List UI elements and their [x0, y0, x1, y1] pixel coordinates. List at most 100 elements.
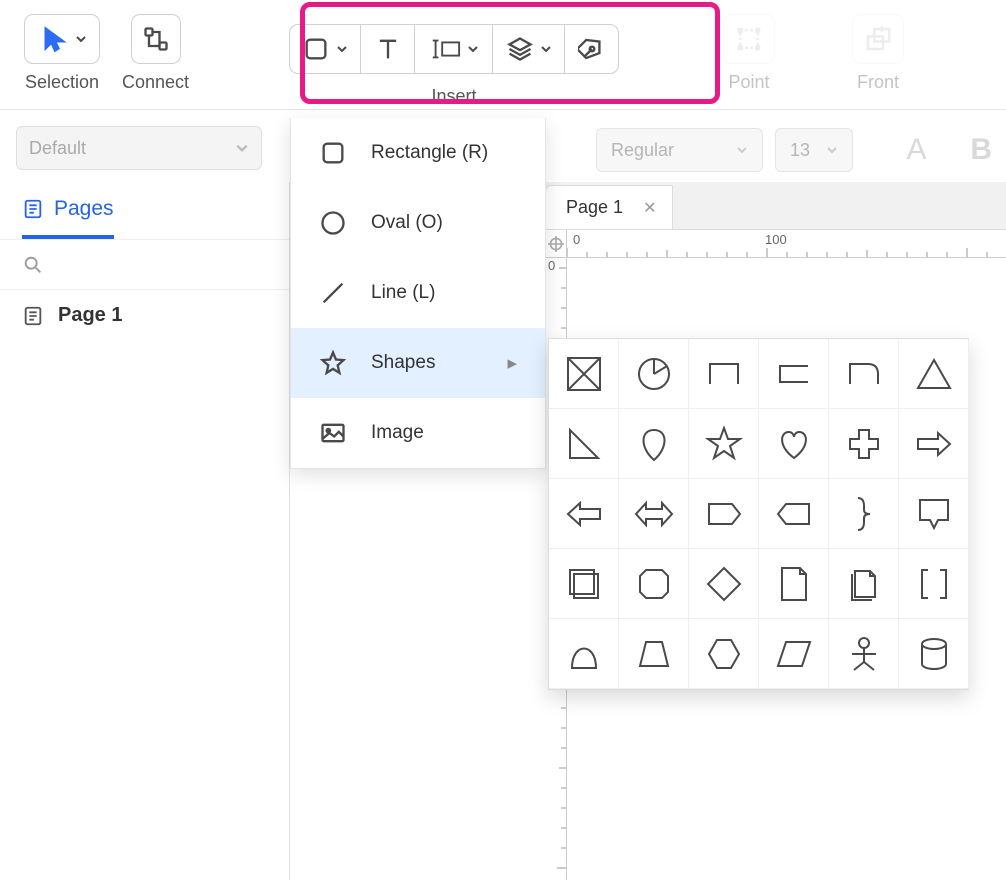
oval-icon	[319, 209, 347, 237]
pages-icon	[22, 198, 44, 220]
shape-hexagon[interactable]	[689, 619, 759, 689]
insert-text-button[interactable]	[361, 24, 415, 74]
shape-callout[interactable]	[899, 479, 969, 549]
shape-heart[interactable]	[759, 409, 829, 479]
line-icon	[319, 279, 347, 307]
selection-label: Selection	[25, 72, 99, 93]
insert-pen-button[interactable]	[565, 24, 619, 74]
tab-pages[interactable]: Pages	[22, 182, 114, 239]
connect-label: Connect	[122, 72, 189, 93]
font-weight-label: Regular	[611, 140, 674, 161]
shape-tag-left[interactable]	[759, 479, 829, 549]
insert-menu: Rectangle (R) Oval (O) Line (L) Shapes ▸…	[290, 118, 546, 469]
chevron-right-icon: ▸	[507, 352, 517, 375]
connect-group: Connect	[122, 14, 189, 93]
shape-half-rect[interactable]	[689, 339, 759, 409]
menu-item-rectangle[interactable]: Rectangle (R)	[291, 118, 545, 188]
shape-arrow-both[interactable]	[619, 479, 689, 549]
input-field-icon	[429, 38, 461, 60]
shape-cylinder[interactable]	[899, 619, 969, 689]
shape-person[interactable]	[829, 619, 899, 689]
list-item[interactable]: Page 1	[0, 290, 289, 341]
menu-label: Oval (O)	[371, 212, 443, 234]
shape-rounded-corner[interactable]	[829, 339, 899, 409]
rectangle-icon	[319, 139, 347, 167]
menu-label: Line (L)	[371, 282, 435, 304]
bring-front-icon	[863, 24, 893, 54]
text-icon	[374, 35, 402, 63]
image-icon	[319, 419, 347, 447]
shapes-popover	[548, 338, 969, 690]
menu-item-line[interactable]: Line (L)	[291, 258, 545, 328]
shape-open-rect[interactable]	[759, 339, 829, 409]
shape-brace[interactable]	[829, 479, 899, 549]
shape-arrow-left[interactable]	[549, 479, 619, 549]
shape-pie[interactable]	[619, 339, 689, 409]
search-icon	[22, 254, 44, 276]
shape-diamond[interactable]	[689, 549, 759, 619]
menu-label: Shapes	[371, 352, 435, 374]
front-label: Front	[857, 72, 899, 93]
menu-item-oval[interactable]: Oval (O)	[291, 188, 545, 258]
shape-stack[interactable]	[549, 549, 619, 619]
shape-trapezoid[interactable]	[619, 619, 689, 689]
front-group: Front	[852, 14, 904, 93]
font-size-dropdown[interactable]: 13	[775, 128, 853, 172]
page-icon	[22, 305, 44, 327]
chevron-down-icon	[75, 33, 87, 45]
menu-label: Rectangle (R)	[371, 142, 488, 164]
chevron-down-icon	[336, 43, 348, 55]
menu-item-image[interactable]: Image	[291, 398, 545, 468]
menu-item-shapes[interactable]: Shapes ▸	[291, 328, 545, 398]
layers-icon	[506, 35, 534, 63]
point-button[interactable]	[723, 14, 775, 64]
canvas-tab[interactable]: Page 1 ✕	[545, 185, 673, 229]
style-dropdown-label: Default	[29, 138, 86, 159]
page-item-label: Page 1	[58, 304, 122, 327]
close-icon[interactable]: ✕	[643, 198, 656, 218]
chevron-down-icon	[826, 144, 838, 156]
shape-brackets[interactable]	[899, 549, 969, 619]
text-color-a[interactable]: A	[906, 133, 926, 167]
shape-rounded-square[interactable]	[619, 549, 689, 619]
chevron-down-icon	[467, 43, 479, 55]
bold-b[interactable]: B	[970, 133, 992, 167]
pen-nib-icon	[578, 35, 606, 63]
insert-shape-button[interactable]	[289, 24, 361, 74]
shape-arch[interactable]	[549, 619, 619, 689]
bounding-box-icon	[734, 24, 764, 54]
sidebar: Pages Page 1	[0, 182, 290, 880]
front-button[interactable]	[852, 14, 904, 64]
font-size-label: 13	[790, 140, 810, 161]
shape-star[interactable]	[689, 409, 759, 479]
connect-icon	[142, 25, 170, 53]
origin-icon[interactable]	[548, 236, 564, 252]
shape-documents[interactable]	[829, 549, 899, 619]
canvas-tabstrip: Page 1 ✕	[545, 182, 1006, 230]
menu-label: Image	[371, 422, 424, 444]
chevron-down-icon	[540, 43, 552, 55]
ruler-horizontal: 0 100	[567, 230, 1006, 258]
chevron-down-icon	[235, 141, 249, 155]
shape-tag-right[interactable]	[689, 479, 759, 549]
insert-field-button[interactable]	[415, 24, 493, 74]
shape-right-triangle[interactable]	[549, 409, 619, 479]
shape-balloon[interactable]	[619, 409, 689, 479]
selection-group: Selection	[24, 14, 100, 93]
shape-square-x[interactable]	[549, 339, 619, 409]
font-weight-dropdown[interactable]: Regular	[596, 128, 763, 172]
shape-triangle[interactable]	[899, 339, 969, 409]
canvas-tab-label: Page 1	[566, 197, 623, 218]
main-toolbar: Selection Connect	[0, 0, 1006, 110]
sidebar-tabs: Pages	[0, 182, 289, 240]
shape-parallelogram[interactable]	[759, 619, 829, 689]
connect-button[interactable]	[131, 14, 181, 64]
shape-arrow-right[interactable]	[899, 409, 969, 479]
style-dropdown[interactable]: Default	[16, 126, 262, 170]
shape-plus[interactable]	[829, 409, 899, 479]
insert-layers-button[interactable]	[493, 24, 565, 74]
insert-group: Insert	[289, 14, 619, 107]
sidebar-search[interactable]	[0, 240, 289, 290]
shape-document[interactable]	[759, 549, 829, 619]
selection-button[interactable]	[24, 14, 100, 64]
